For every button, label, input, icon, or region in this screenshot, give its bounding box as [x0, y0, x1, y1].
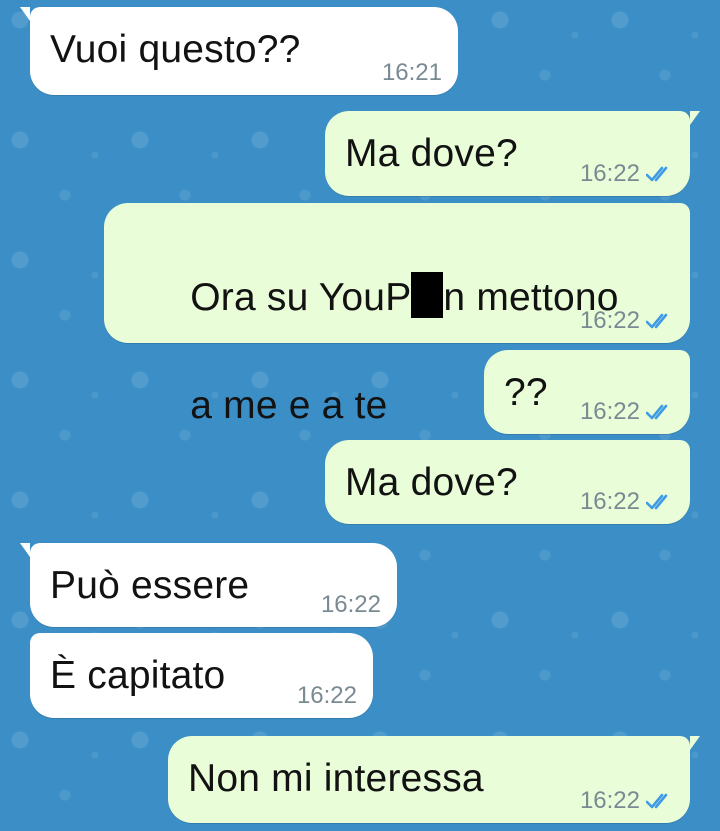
chat-screen: { "messages": [ { "text": "Vuoi questo??…	[0, 0, 720, 831]
double-check-icon	[646, 494, 668, 510]
message-timestamp: 16:22	[579, 398, 640, 425]
incoming-message-bubble[interactable]: Può essere 16:22	[20, 543, 397, 627]
incoming-message-bubble[interactable]: Vuoi questo?? 16:21	[20, 7, 458, 95]
message-meta: 16:21	[382, 61, 442, 85]
message-text: Ma dove?	[345, 132, 518, 175]
outgoing-message-bubble[interactable]: Ma dove? 16:22	[325, 440, 690, 524]
double-check-icon	[646, 404, 668, 420]
redaction-block	[411, 272, 444, 318]
message-meta: 16:22	[580, 490, 674, 514]
message-timestamp: 16:22	[296, 682, 357, 709]
outgoing-message-bubble[interactable]: ?? 16:22	[484, 350, 690, 434]
message-text: Vuoi questo??	[50, 28, 301, 71]
message-text-part: Ora su YouP	[190, 276, 412, 319]
outgoing-message-bubble[interactable]: Ma dove? 16:22	[325, 111, 700, 196]
message-text: Ma dove?	[345, 461, 518, 504]
message-meta: 16:22	[321, 593, 381, 617]
message-timestamp: 16:22	[579, 488, 640, 515]
message-meta: 16:22	[297, 684, 357, 708]
message-meta: 16:22	[580, 400, 674, 424]
double-check-icon	[646, 313, 668, 329]
message-meta: 16:22	[580, 789, 674, 813]
message-meta: 16:22	[580, 309, 674, 333]
message-timestamp: 16:22	[579, 160, 640, 187]
double-check-icon	[646, 793, 668, 809]
message-text: Non mi interessa	[188, 757, 484, 800]
message-text-line: a me e a te	[190, 384, 388, 427]
outgoing-message-bubble[interactable]: Ora su YouP n mettono a me e a te 16:22	[104, 203, 690, 427]
message-text: Può essere	[50, 564, 250, 607]
outgoing-message-bubble[interactable]: Non mi interessa 16:22	[168, 736, 700, 823]
message-timestamp: 16:22	[579, 307, 640, 334]
incoming-message-bubble[interactable]: È capitato 16:22	[30, 633, 373, 718]
message-meta: 16:22	[580, 162, 674, 186]
message-text: ??	[504, 371, 548, 414]
message-timestamp: 16:22	[320, 591, 381, 618]
message-text: È capitato	[50, 654, 226, 697]
message-timestamp: 16:21	[381, 59, 442, 86]
message-list[interactable]: Vuoi questo?? 16:21 Ma dove? 16:22 Ora s…	[0, 0, 720, 831]
message-timestamp: 16:22	[579, 787, 640, 814]
double-check-icon	[646, 166, 668, 182]
